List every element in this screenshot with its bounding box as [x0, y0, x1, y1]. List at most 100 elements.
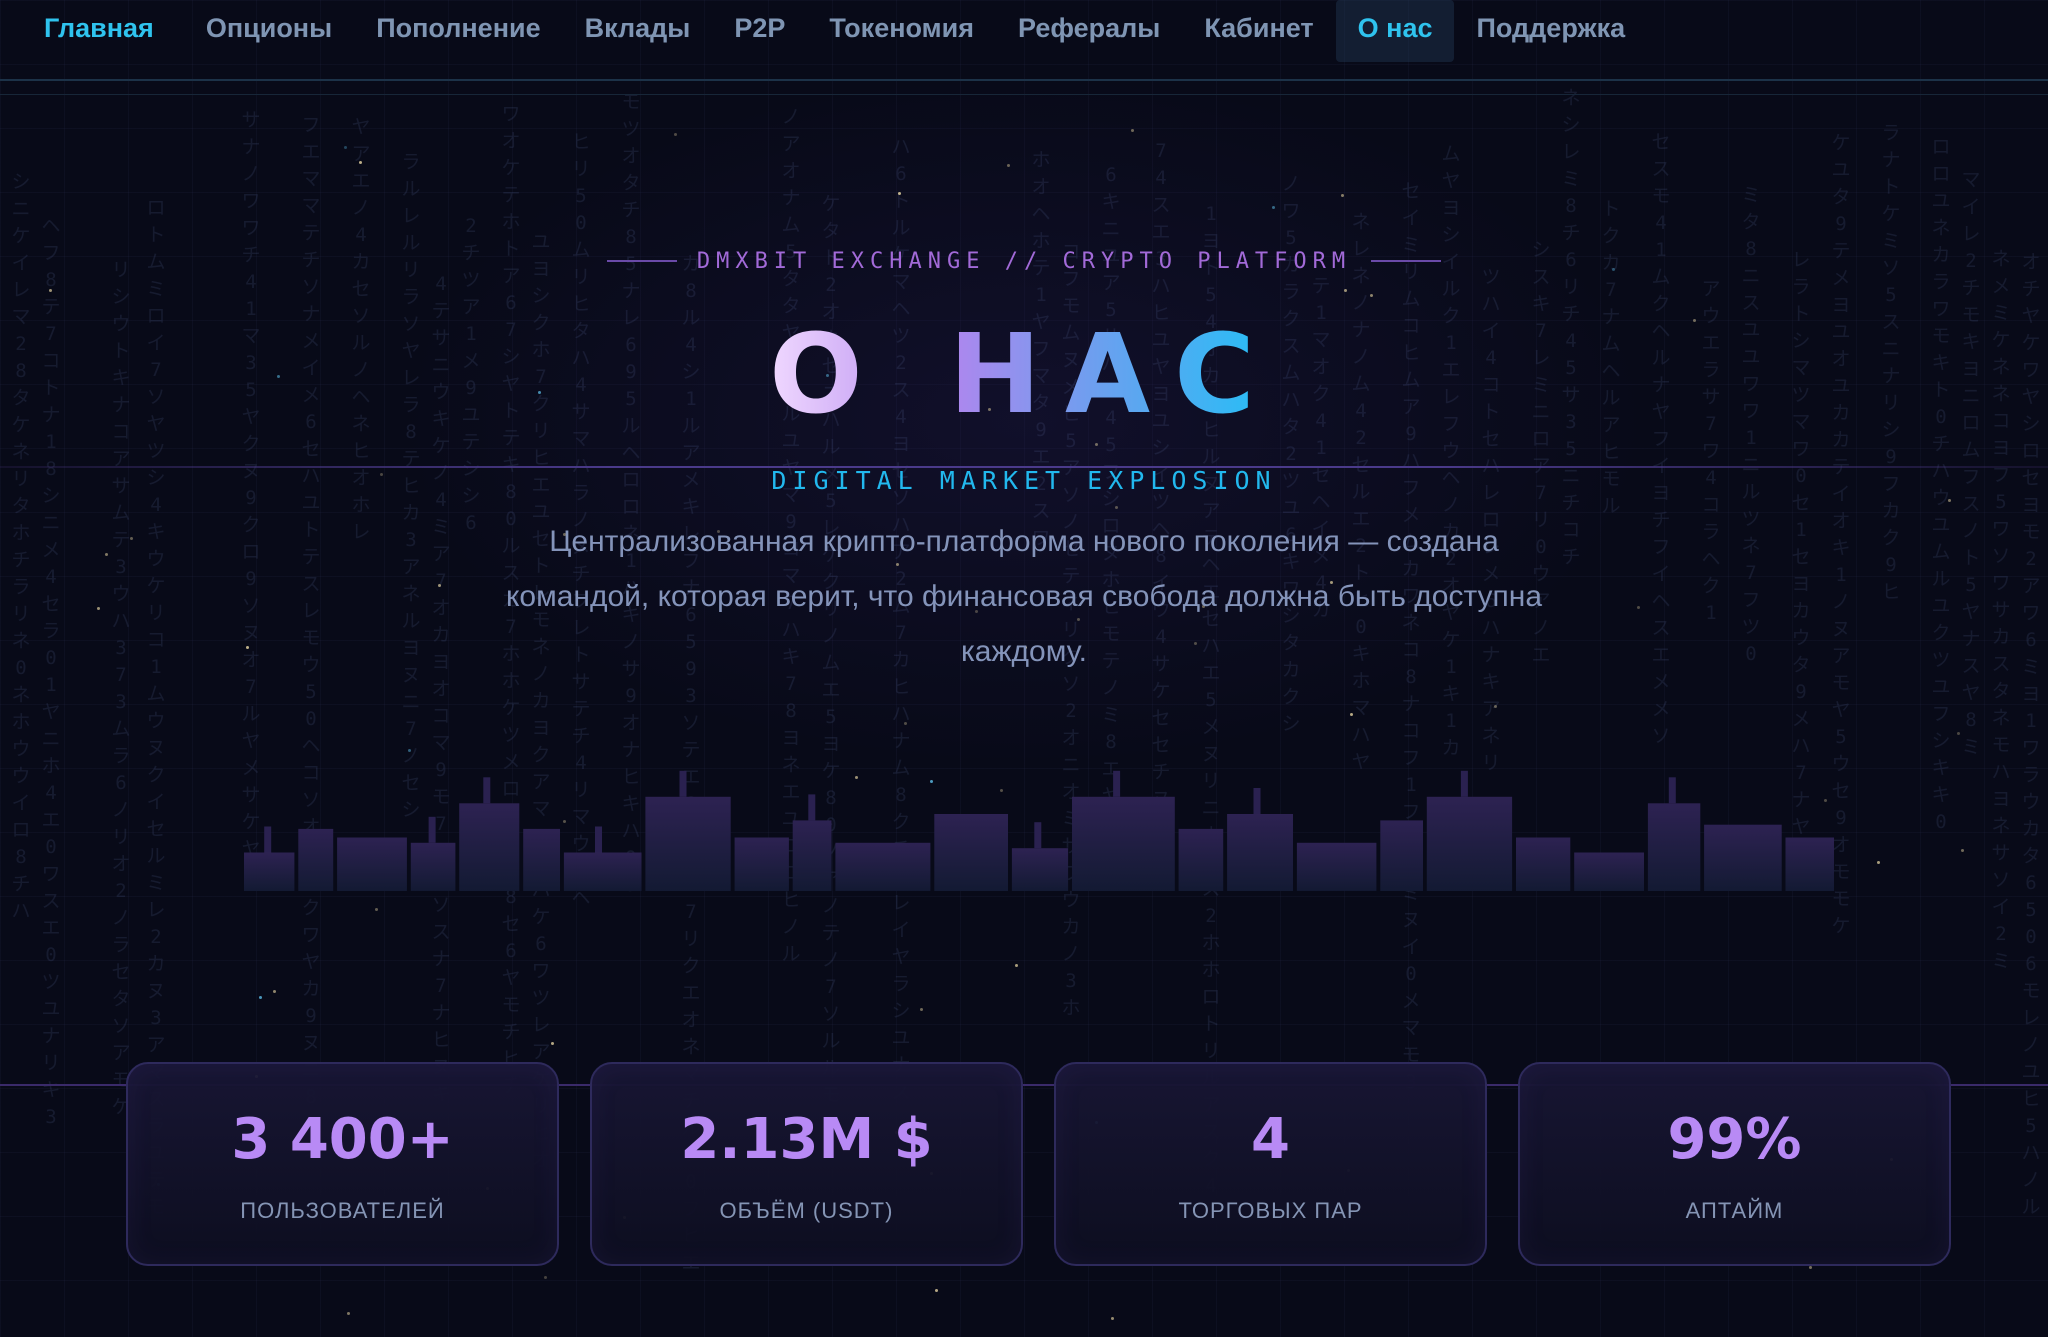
- star-dot: [674, 133, 677, 136]
- nav-divider-secondary: [0, 94, 2048, 95]
- decorative-bar: [1011, 848, 1069, 891]
- star-dot: [1961, 849, 1964, 852]
- decorative-bar: [792, 820, 832, 891]
- star-dot: [97, 607, 100, 610]
- decorative-bar: [244, 852, 295, 891]
- decorative-bar: [1647, 803, 1701, 891]
- nav-deposit[interactable]: Пополнение: [354, 0, 562, 62]
- star-dot: [273, 990, 276, 993]
- decorative-spire: [1668, 777, 1676, 804]
- decorative-bar: [563, 852, 642, 891]
- star-dot: [130, 537, 133, 540]
- decorative-bar: [1072, 796, 1175, 891]
- star-dot: [1131, 129, 1134, 132]
- star-dot: [1948, 499, 1951, 502]
- star-dot: [1015, 964, 1018, 967]
- star-dot: [1111, 1317, 1114, 1320]
- star-dot: [544, 1276, 547, 1279]
- nav-p2p[interactable]: P2P: [712, 0, 807, 62]
- eyebrow-rule-left: [606, 260, 677, 262]
- star-dot: [49, 289, 52, 292]
- page-title-text: О НАС: [769, 310, 1279, 438]
- top-nav: Главная Опционы Пополнение Вклады P2P То…: [0, 0, 2048, 62]
- star-dot: [920, 1008, 923, 1011]
- star-dot: [105, 553, 108, 556]
- glyph-column: シ ニ ケ イ レ マ 2 8 タ ケ ネ リ タ ホ チ ラ リ ネ 0 ネ …: [11, 171, 31, 922]
- star-dot: [1370, 294, 1373, 297]
- eyebrow-rule-right: [1371, 260, 1442, 262]
- star-dot: [1115, 506, 1118, 509]
- star-dot: [1350, 713, 1353, 716]
- star-dot: [904, 722, 907, 725]
- decorative-spire: [428, 816, 436, 843]
- star-dot: [935, 1289, 938, 1292]
- decorative-spire: [1113, 770, 1121, 797]
- star-dot: [246, 646, 249, 649]
- star-dot: [347, 1312, 350, 1315]
- decorative-spire: [483, 777, 491, 804]
- nav-cabinet[interactable]: Кабинет: [1182, 0, 1335, 62]
- glyph-column: セ ス モ 4 1 ム ク ヘ ル ナ ヤ フ イ ヨ チ フ イ ヘ ス エ …: [1651, 131, 1671, 747]
- stat-value: 4: [1251, 1107, 1290, 1172]
- star-dot: [1637, 606, 1640, 609]
- star-dot: [1095, 443, 1098, 446]
- nav-tokenomics[interactable]: Токеномия: [807, 0, 996, 62]
- decorative-spire: [1034, 822, 1042, 849]
- nav-savings[interactable]: Вклады: [563, 0, 713, 62]
- decorative-bar: [1704, 824, 1782, 891]
- nav-support[interactable]: Поддержка: [1454, 0, 1647, 62]
- eyebrow-text: DMXBIT EXCHANGE // CRYPTO PLATFORM: [696, 248, 1352, 274]
- decorative-bar: [934, 814, 1008, 891]
- star-dot: [898, 192, 901, 195]
- decorative-bar: [835, 842, 931, 891]
- stat-label: ПОЛЬЗОВАТЕЛЕЙ: [240, 1198, 445, 1223]
- nav-divider: [0, 79, 2048, 81]
- star-dot: [375, 908, 378, 911]
- nav-home[interactable]: Главная: [22, 0, 176, 62]
- decorative-bar: [734, 837, 789, 891]
- hero-subtitle: DIGITAL MARKET EXPLOSION: [771, 466, 1277, 495]
- decorative-spire: [679, 770, 687, 797]
- star-dot: [1957, 732, 1960, 735]
- star-dot: [1007, 164, 1010, 167]
- decorative-bar: [459, 803, 520, 891]
- star-dot: [259, 996, 262, 999]
- star-dot: [344, 146, 347, 149]
- decorative-bar: [1516, 837, 1571, 891]
- star-dot: [551, 1042, 554, 1045]
- decorative-spire: [595, 826, 602, 853]
- nav-about[interactable]: О нас: [1335, 0, 1455, 62]
- stat-label: ТОРГОВЫХ ПАР: [1178, 1198, 1363, 1223]
- stat-card-uptime: 99% АПТАЙМ: [1518, 1062, 1951, 1266]
- page-title: О НАС: [0, 314, 2048, 434]
- decorative-spire: [1460, 770, 1468, 797]
- decorative-bar: [1380, 820, 1423, 891]
- decorative-bar: [298, 828, 334, 891]
- decorative-bar: [1574, 852, 1644, 891]
- stat-value: 2.13M $: [680, 1107, 933, 1172]
- decorative-bar: [645, 796, 731, 891]
- nav-options[interactable]: Опционы: [184, 0, 354, 62]
- stat-card-users: 3 400+ ПОЛЬЗОВАТЕЛЕЙ: [126, 1062, 559, 1266]
- decorative-bar: [1296, 842, 1377, 891]
- stat-card-pairs: 4 ТОРГОВЫХ ПАР: [1054, 1062, 1487, 1266]
- star-dot: [408, 749, 411, 752]
- decorative-bar: [1785, 837, 1834, 891]
- decorative-spire: [264, 826, 272, 853]
- decorative-bar: [337, 837, 407, 891]
- nav-referrals[interactable]: Рефералы: [996, 0, 1182, 62]
- star-dot: [1272, 206, 1275, 209]
- hero-description: Централизованная крипто-платформа нового…: [505, 525, 1543, 668]
- stat-card-volume: 2.13M $ ОБЪЁМ (USDT): [590, 1062, 1023, 1266]
- stat-label: ОБЪЁМ (USDT): [719, 1198, 894, 1223]
- decorative-spire: [808, 794, 816, 821]
- decorative-spire: [1253, 788, 1261, 814]
- stat-value: 99%: [1667, 1107, 1802, 1172]
- decorative-bar: [410, 842, 456, 891]
- star-dot: [1494, 705, 1497, 708]
- star-dot: [438, 584, 441, 587]
- star-dot: [1344, 289, 1347, 292]
- hero-eyebrow: DMXBIT EXCHANGE // CRYPTO PLATFORM: [0, 246, 2048, 276]
- decorative-bars: [244, 770, 1834, 891]
- decorative-bar: [1426, 796, 1513, 891]
